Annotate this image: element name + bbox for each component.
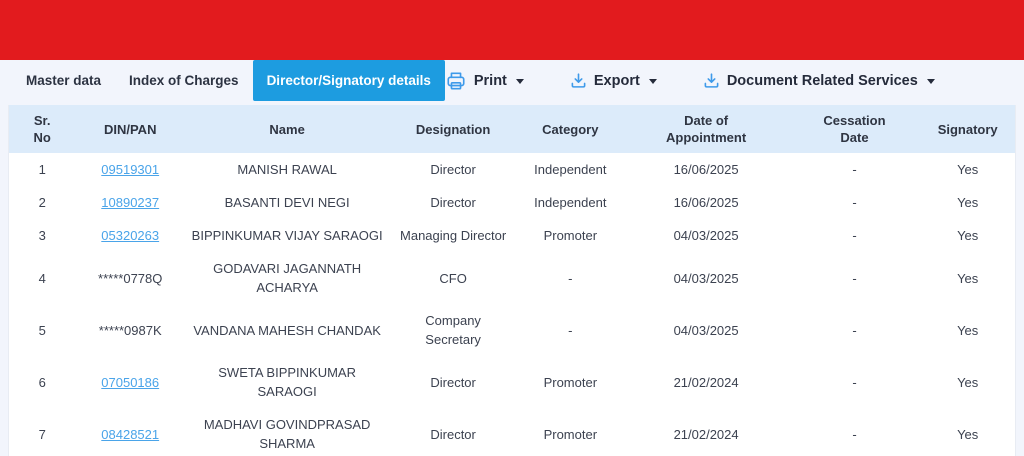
cell-sr: 6 [9, 356, 76, 408]
cell-designation: Managing Director [389, 219, 517, 252]
cell-designation: Director [389, 186, 517, 219]
din-link[interactable]: 05320263 [101, 228, 159, 243]
table-row: 3 05320263 BIPPINKUMAR VIJAY SARAOGI Managi… [9, 219, 1015, 252]
document-related-services-button[interactable]: Document Related Services [703, 72, 935, 89]
print-label: Print [473, 72, 507, 89]
din-link[interactable]: 09519301 [101, 162, 159, 177]
cell-din: 09519301 [75, 153, 186, 186]
cell-signatory: Yes [920, 153, 1015, 186]
print-button[interactable]: Print [445, 71, 524, 91]
cell-cessation_date: - [788, 153, 921, 186]
cell-category: Promoter [517, 219, 624, 252]
table-row: 5 *****0987K VANDANA MAHESH CHANDAK Company… [9, 304, 1015, 356]
din-link[interactable]: 10890237 [101, 195, 159, 210]
cell-signatory: Yes [920, 408, 1015, 456]
cell-cessation_date: - [788, 304, 921, 356]
cell-cessation_date: - [788, 252, 921, 304]
cell-name: SWETA BIPPINKUMAR SARAOGI [185, 356, 390, 408]
cell-designation: Company Secretary [389, 304, 517, 356]
cell-name: BIPPINKUMAR VIJAY SARAOGI [185, 219, 390, 252]
col-header-signatory: Signatory [920, 105, 1015, 153]
toolbar-actions: Print Export Document Related Services [445, 60, 1024, 101]
cell-din: 07050186 [75, 356, 186, 408]
cell-designation: Director [389, 408, 517, 456]
tab-bar: Master data Index of Charges Director/Si… [0, 60, 1024, 101]
cell-signatory: Yes [920, 186, 1015, 219]
cell-date_of_appointment: 21/02/2024 [623, 408, 789, 456]
export-button[interactable]: Export [570, 72, 657, 89]
cell-sr: 2 [9, 186, 76, 219]
download-icon [703, 72, 720, 89]
din-link[interactable]: 08428521 [101, 427, 159, 442]
cell-name: GODAVARI JAGANNATH ACHARYA [185, 252, 390, 304]
cell-din: 10890237 [75, 186, 186, 219]
cell-category: Independent [517, 153, 624, 186]
export-label: Export [593, 72, 640, 89]
cell-sr: 7 [9, 408, 76, 456]
table-header: Sr. No DIN/PAN Name Designation Category… [9, 105, 1015, 153]
tab-index-of-charges[interactable]: Index of Charges [115, 60, 253, 101]
cell-date_of_appointment: 04/03/2025 [623, 252, 789, 304]
col-header-designation: Designation [389, 105, 517, 153]
director-signatory-table: Sr. No DIN/PAN Name Designation Category… [8, 105, 1016, 456]
table-row: 2 10890237 BASANTI DEVI NEGI Director Indepe… [9, 186, 1015, 219]
cell-sr: 3 [9, 219, 76, 252]
cell-date_of_appointment: 04/03/2025 [623, 304, 789, 356]
cell-category: - [517, 252, 624, 304]
table-body: 1 09519301 MANISH RAWAL Director Independent… [9, 153, 1015, 456]
cell-sr: 1 [9, 153, 76, 186]
din-link[interactable]: 07050186 [101, 375, 159, 390]
col-header-date-of-appointment: Date of Appointment [623, 105, 789, 153]
cell-sr: 4 [9, 252, 76, 304]
cell-signatory: Yes [920, 252, 1015, 304]
cell-date_of_appointment: 16/06/2025 [623, 153, 789, 186]
cell-cessation_date: - [788, 186, 921, 219]
col-header-din-pan: DIN/PAN [75, 105, 186, 153]
cell-name: MADHAVI GOVINDPRASAD SHARMA [185, 408, 390, 456]
cell-din: 08428521 [75, 408, 186, 456]
cell-din: *****0778Q [75, 252, 186, 304]
cell-name: VANDANA MAHESH CHANDAK [185, 304, 390, 356]
cell-cessation_date: - [788, 219, 921, 252]
cell-signatory: Yes [920, 219, 1015, 252]
cell-name: BASANTI DEVI NEGI [185, 186, 390, 219]
cell-cessation_date: - [788, 408, 921, 456]
cell-cessation_date: - [788, 356, 921, 408]
cell-designation: Director [389, 356, 517, 408]
cell-category: - [517, 304, 624, 356]
cell-category: Promoter [517, 408, 624, 456]
col-header-sr-no: Sr. No [9, 105, 76, 153]
printer-icon [445, 71, 467, 91]
col-header-name: Name [185, 105, 390, 153]
table-row: 7 08428521 MADHAVI GOVINDPRASAD SHARMA Dire… [9, 408, 1015, 456]
cell-category: Promoter [517, 356, 624, 408]
cell-name: MANISH RAWAL [185, 153, 390, 186]
col-header-cessation-date: Cessation Date [788, 105, 921, 153]
cell-date_of_appointment: 04/03/2025 [623, 219, 789, 252]
chevron-down-icon [926, 79, 935, 84]
chevron-down-icon [648, 79, 657, 84]
cell-date_of_appointment: 16/06/2025 [623, 186, 789, 219]
cell-signatory: Yes [920, 304, 1015, 356]
table-row: 4 *****0778Q GODAVARI JAGANNATH ACHARYA CFO… [9, 252, 1015, 304]
table-row: 1 09519301 MANISH RAWAL Director Independent… [9, 153, 1015, 186]
tab-director-signatory-details[interactable]: Director/Signatory details [252, 60, 445, 101]
top-banner [0, 0, 1024, 60]
cell-category: Independent [517, 186, 624, 219]
cell-sr: 5 [9, 304, 76, 356]
cell-din: *****0987K [75, 304, 186, 356]
cell-designation: Director [389, 153, 517, 186]
download-icon [570, 72, 587, 89]
cell-signatory: Yes [920, 356, 1015, 408]
cell-din: 05320263 [75, 219, 186, 252]
cell-designation: CFO [389, 252, 517, 304]
document-related-services-label: Document Related Services [726, 72, 918, 89]
tab-master-data[interactable]: Master data [12, 60, 115, 101]
table-row: 6 07050186 SWETA BIPPINKUMAR SARAOGI Direct… [9, 356, 1015, 408]
chevron-down-icon [515, 79, 524, 84]
tabs-group: Master data Index of Charges Director/Si… [12, 60, 445, 101]
cell-date_of_appointment: 21/02/2024 [623, 356, 789, 408]
col-header-category: Category [517, 105, 624, 153]
